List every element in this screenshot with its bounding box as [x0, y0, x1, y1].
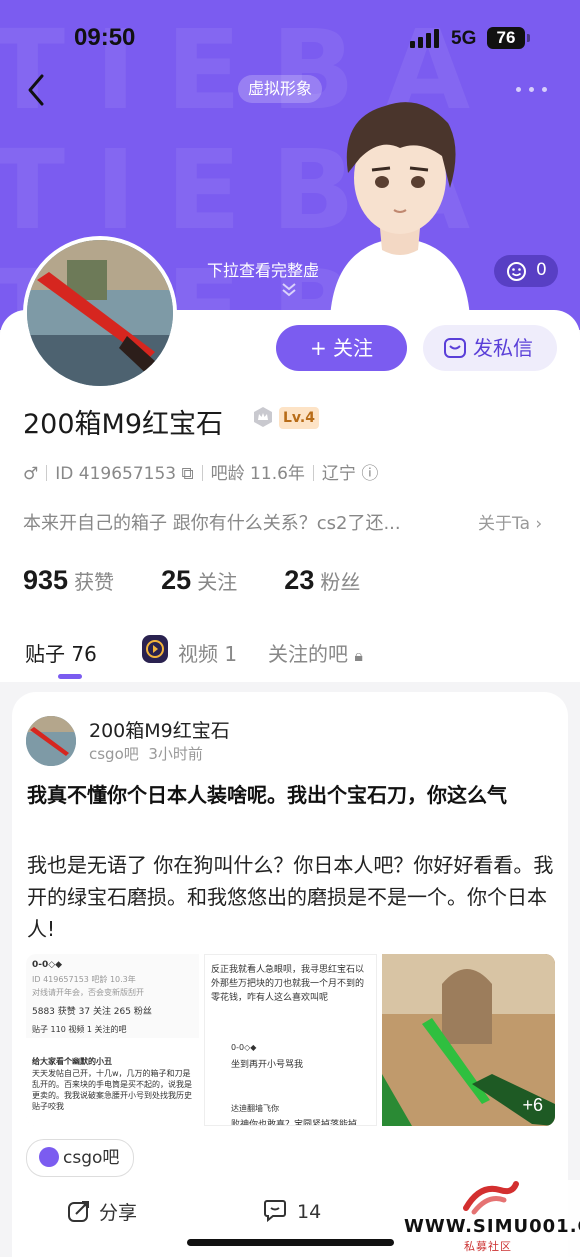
tab-posts[interactable]: 贴子 76	[25, 638, 97, 667]
private-message-button[interactable]: 发私信	[423, 325, 557, 371]
avatar-like-button[interactable]: 0	[494, 255, 558, 287]
profile-avatar[interactable]	[23, 236, 177, 390]
post-image-2[interactable]: 反正我就看人急眼呗，我寻思红宝石以外那些万把块的刀也就我一个月不到的零花钱，咋有…	[204, 954, 377, 1126]
comment-count: 14	[297, 1201, 322, 1223]
comment-button[interactable]: 14	[263, 1198, 321, 1223]
follow-button[interactable]: + 关注	[276, 325, 407, 371]
stat-value: 935	[23, 565, 69, 595]
thumb1-bio: 对线请开年会，否会变新版刮开	[32, 988, 144, 997]
stat-value: 25	[161, 565, 192, 595]
location: 辽宁	[321, 464, 356, 484]
post-image-1[interactable]: 0-0◇◆ ID 419657153 吧龄 10.3年 对线请开年会，否会变新版…	[26, 954, 199, 1126]
thumb2-reply-text2: 败神你也敢喜？宝圆紧掉落能掉	[231, 1120, 358, 1126]
lock-icon: 🔒︎	[354, 646, 363, 665]
help-icon[interactable]: ⓘ	[361, 464, 378, 484]
private-message-label: 发私信	[473, 336, 533, 360]
pull-down-hint: 下拉查看完整虚	[207, 261, 320, 280]
more-images-count: +6	[522, 1095, 543, 1115]
thumb1-meta: ID 419657153 吧龄 10.3年	[32, 975, 136, 984]
post-image-3[interactable]: +6	[382, 954, 555, 1126]
home-indicator[interactable]	[187, 1239, 394, 1246]
avatar-like-count: 0	[536, 260, 547, 280]
post-card[interactable]: 200箱M9红宝石 csgo吧 3小时前 我真不懂你个日本人装啥呢。我出个宝石刀…	[12, 692, 568, 1257]
about-label: 关于Ta	[478, 514, 530, 534]
post-forum[interactable]: csgo吧	[89, 745, 139, 763]
stat-following[interactable]: 25 关注	[161, 565, 237, 596]
thumb2-reply-user2: 达迪翻墙飞你	[231, 1104, 279, 1113]
stat-label: 获赞	[74, 570, 115, 594]
post-title: 我真不懂你个日本人装啥呢。我出个宝石刀，你这么气	[27, 783, 507, 807]
thumb1-post-body: 天天发帖自己开，十几w，几万的箱子和刀是乱开的。百来块的手电筒是买不起的，说我是…	[32, 1069, 192, 1111]
thumb1-post-title: 给大家看个幽默的小丑	[32, 1057, 112, 1066]
stat-followers[interactable]: 23 粉丝	[284, 565, 360, 596]
thumb2-reply-text: 坐到再开小号骂我	[231, 1060, 304, 1070]
chevron-down-icon	[282, 283, 296, 297]
level-badge: Lv.4	[279, 407, 319, 429]
post-body: 我也是无语了 你在狗叫什么？你日本人吧？你好好看看。我开的绿宝石磨损。和我悠悠出…	[27, 853, 554, 941]
back-arrow-icon[interactable]	[24, 72, 52, 108]
smile-icon	[507, 262, 526, 281]
virtual-avatar-tag[interactable]: 虚拟形象	[238, 75, 323, 103]
post-images: 0-0◇◆ ID 419657153 吧龄 10.3年 对线请开年会，否会变新版…	[26, 954, 556, 1126]
user-id: ID 419657153	[55, 464, 177, 484]
status-time: 09:50	[74, 24, 136, 51]
tieba-age: 吧龄 11.6年	[210, 464, 305, 484]
video-icon	[142, 635, 168, 663]
tab-indicator	[58, 674, 82, 679]
post-time: 3小时前	[148, 745, 203, 763]
profile-tabs: 贴子 76 视频 1 关注的吧 🔒︎	[0, 630, 580, 680]
stat-label: 关注	[197, 570, 238, 594]
gender-male-icon: ♂	[23, 464, 39, 484]
watermark: WWW.SIMU001.CN 私募社区	[400, 1180, 580, 1257]
bio-text[interactable]: 本来开自己的箱子 跟你有什么关系？cs2了还...	[23, 509, 473, 535]
tab-videos[interactable]: 视频 1	[178, 638, 237, 667]
username: 200箱M9红宝石	[23, 409, 224, 440]
stats-row: 935 获赞 25 关注 23 粉丝	[23, 565, 402, 596]
status-bar: 09:50 5G 76	[0, 0, 580, 78]
profile-meta: ♂ ID 419657153 ⧉ 吧龄 11.6年 辽宁 ⓘ	[23, 459, 378, 484]
thumb2-text: 反正我就看人急眼呗，我寻思红宝石以外那些万把块的刀也就我一个月不到的零花钱，咋有…	[211, 965, 365, 1003]
chevron-right-icon: ›	[535, 514, 543, 534]
tab-followed-forums[interactable]: 关注的吧 🔒︎	[268, 638, 363, 667]
share-icon	[68, 1201, 89, 1222]
copy-icon[interactable]: ⧉	[182, 464, 194, 484]
watermark-logo	[463, 1181, 519, 1215]
message-icon	[444, 338, 466, 358]
watermark-cn: 私募社区	[464, 1240, 512, 1253]
forum-tag-label: csgo吧	[63, 1148, 120, 1168]
tab-followed-forums-label: 关注的吧	[268, 642, 348, 666]
crown-badge-icon	[254, 407, 272, 427]
signal-icon	[410, 28, 442, 48]
post-meta: csgo吧 3小时前	[89, 743, 203, 764]
network-type: 5G	[451, 28, 477, 49]
about-link[interactable]: 关于Ta ›	[478, 509, 542, 534]
battery-icon: 76	[487, 27, 525, 49]
stat-value: 23	[284, 565, 315, 595]
share-label: 分享	[99, 1202, 138, 1224]
post-author-name[interactable]: 200箱M9红宝石	[89, 716, 230, 743]
thumb1-stats: 5883 获赞 37 关注 265 粉丝	[32, 1007, 152, 1017]
stat-label: 粉丝	[320, 570, 361, 594]
battery-tip	[527, 34, 530, 42]
thumb2-reply-user: 0-0◇◆	[231, 1043, 257, 1052]
virtual-avatar-character[interactable]	[310, 78, 490, 318]
more-options-icon[interactable]	[514, 79, 550, 99]
forum-icon	[39, 1147, 59, 1167]
share-button[interactable]: 分享	[67, 1198, 137, 1225]
stat-likes[interactable]: 935 获赞	[23, 565, 114, 596]
forum-tag[interactable]: csgo吧	[26, 1139, 135, 1177]
watermark-site: WWW.SIMU001.CN	[404, 1216, 580, 1237]
thumb1-name: 0-0◇◆	[32, 960, 63, 970]
comment-icon	[264, 1200, 286, 1223]
thumb1-tabs: 贴子 110 视频 1 关注的吧	[32, 1025, 127, 1034]
post-author-avatar[interactable]	[26, 716, 76, 766]
